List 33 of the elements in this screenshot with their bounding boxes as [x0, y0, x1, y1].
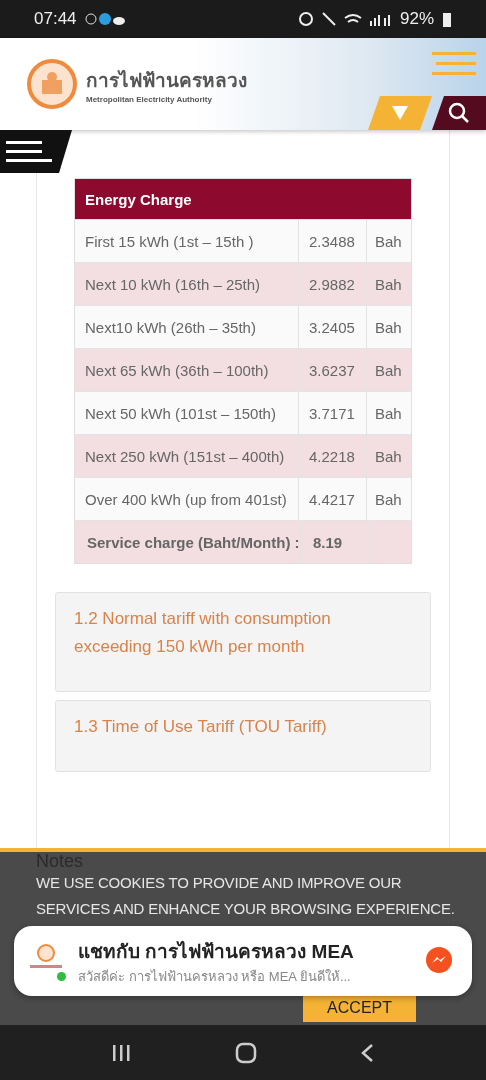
table-cell-text: Bah [374, 274, 403, 295]
wifi-icon [343, 13, 362, 25]
cookie-text: WE USE COOKIES TO PROVIDE AND IMPROVE OUR SERVICES AND ENHANCE YOUR BROWSING EXPERIENCE. [36, 873, 456, 919]
table-cell: Service charge (Baht/Month) : [75, 521, 301, 563]
chat-title: แชทกับ การไฟฟ้านครหลวง MEA [78, 939, 355, 964]
chat-popup[interactable]: แชทกับ การไฟฟ้านครหลวง MEA สวัสดีค่ะ การไฟฟ้านครหลวง หรือ MEA ยินดีให้... [14, 926, 472, 996]
table-cell-text: Bah [374, 403, 403, 424]
site-subtitle: Metropolitan Electricity Authority [86, 94, 213, 104]
site-title: การไฟฟ้านครหลวง [86, 68, 247, 93]
triangle-icon [392, 106, 408, 120]
search-icon [448, 102, 470, 124]
table-heading: Energy Charge [75, 179, 411, 219]
side-menu-button[interactable] [0, 130, 72, 173]
table-cell-text: Bah [374, 489, 403, 510]
battery-icon [442, 11, 452, 27]
status-time: 07:44 [34, 9, 77, 29]
signal-icon [369, 12, 392, 26]
battery-percent: 92% [399, 9, 434, 29]
table-cell: 8.19 [301, 521, 371, 563]
messenger-icon [424, 946, 454, 976]
notification-icons [84, 12, 125, 26]
back-icon[interactable] [360, 1042, 375, 1063]
home-icon[interactable] [235, 1041, 257, 1064]
search-button[interactable] [432, 96, 486, 130]
table-cell-text: Bah [374, 446, 403, 467]
menu-icon [6, 140, 52, 163]
table-cell-text: Bah [374, 317, 403, 338]
accept-button[interactable]: ACCEPT [303, 994, 416, 1022]
logo-icon [26, 58, 78, 110]
table-cell-text: Bah [374, 231, 403, 252]
recent-apps-icon[interactable] [111, 1043, 132, 1062]
chat-message: สวัสดีค่ะ การไฟฟ้านครหลวง หรือ MEA ยินดีให้... [78, 967, 352, 986]
table-cell-text: Bah [374, 360, 403, 381]
